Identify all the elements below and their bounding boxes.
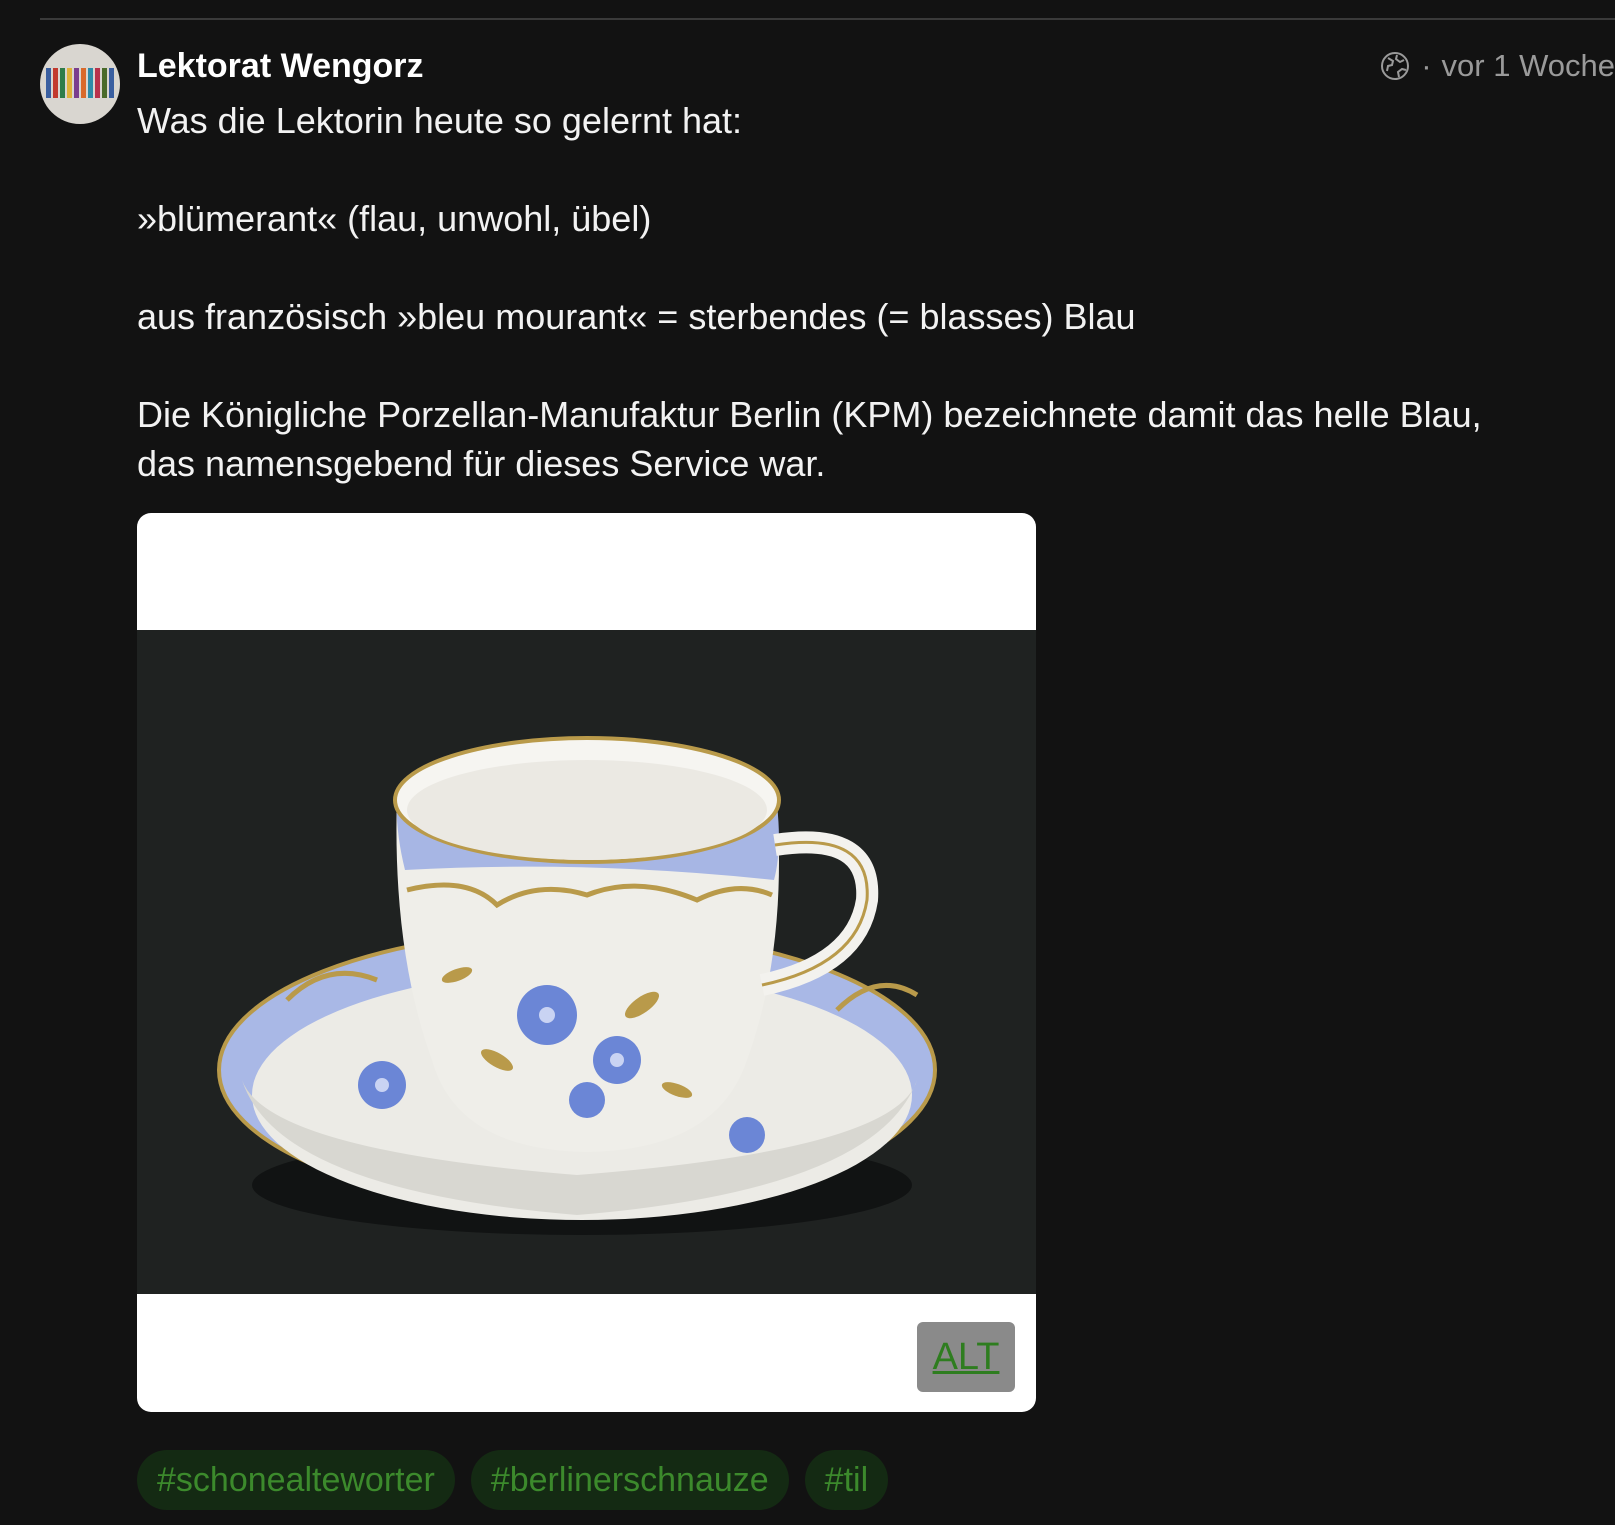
hashtag-til[interactable]: #til <box>804 1450 889 1510</box>
post-line-service: das namensgebend für dieses Service war. <box>137 443 826 484</box>
hashtag-list: #schonealteworter #berlinerschnauze #til <box>137 1450 889 1510</box>
avatar[interactable] <box>40 44 120 124</box>
post-timestamp[interactable]: vor 1 Woche <box>1442 48 1615 84</box>
globe-icon <box>1381 52 1410 80</box>
post-line-etymology: aus französisch »bleu mourant« = sterben… <box>137 296 1136 337</box>
media-attachment[interactable]: ALT <box>137 513 1036 1412</box>
hashtag-schonealteworter[interactable]: #schonealteworter <box>137 1450 455 1510</box>
teacup-photo <box>137 630 1036 1294</box>
hashtag-berlinerschnauze[interactable]: #berlinerschnauze <box>470 1450 789 1510</box>
top-divider <box>40 18 1615 20</box>
post-content: Was die Lektorin heute so gelernt hat: »… <box>137 96 1607 488</box>
post-line-word: »blümerant« (flau, unwohl, übel) <box>137 198 652 239</box>
post-line-kpm: Die Königliche Porzellan-Manufaktur Berl… <box>137 394 1482 435</box>
avatar-bookshelf-image <box>40 68 120 98</box>
post-meta: · vor 1 Woche <box>1379 44 1615 88</box>
meta-separator: · <box>1421 48 1432 83</box>
post-line-intro: Was die Lektorin heute so gelernt hat: <box>137 100 743 141</box>
author-name[interactable]: Lektorat Wengorz <box>137 44 424 88</box>
alt-text-badge[interactable]: ALT <box>917 1322 1015 1392</box>
